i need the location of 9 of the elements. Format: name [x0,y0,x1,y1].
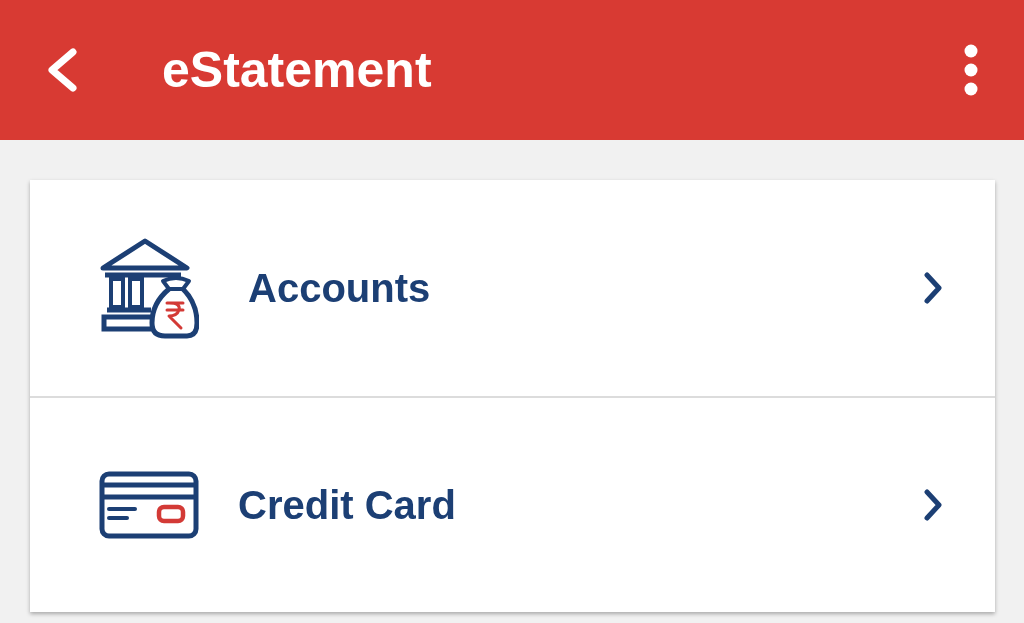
credit-card-icon [99,471,199,539]
bank-moneybag-icon [99,237,199,339]
screen-title: eStatement [162,45,432,95]
more-options-button[interactable] [964,44,978,96]
menu-row[interactable]: Accounts [30,180,995,396]
chevron-right-icon [923,272,943,304]
more-options-icon [964,44,978,96]
menu-row[interactable]: Credit Card [30,396,995,612]
chevron-right-icon [923,489,943,521]
